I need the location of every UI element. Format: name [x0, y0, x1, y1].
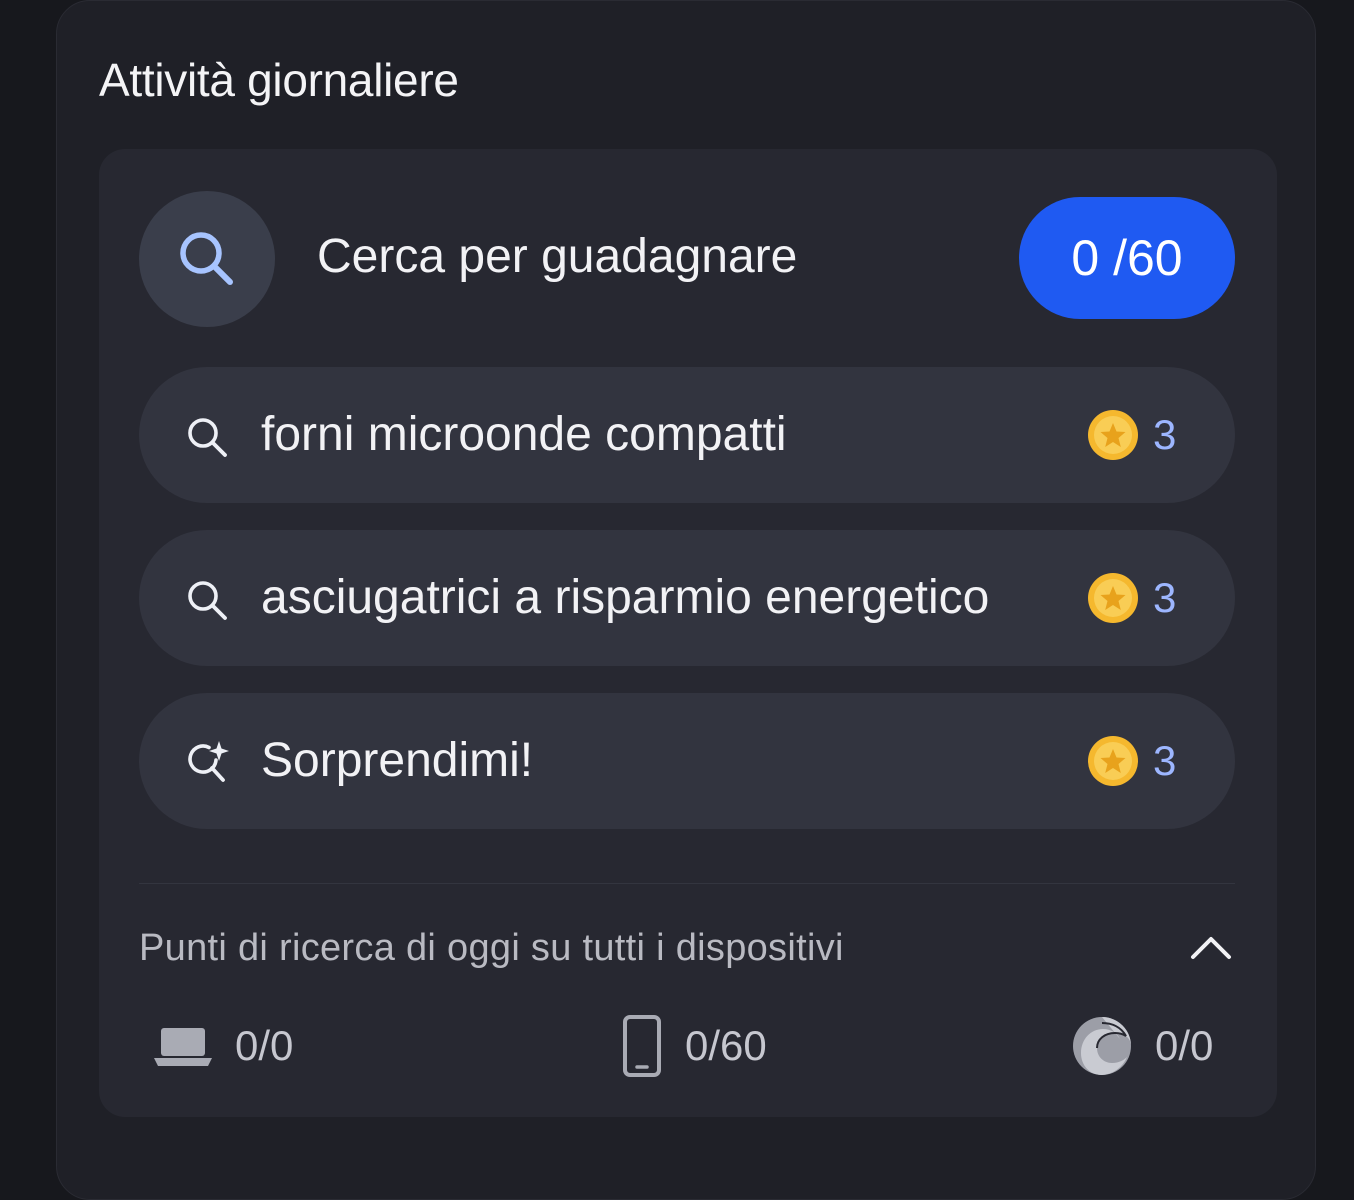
search-task-item[interactable]: asciugatrici a risparmio energetico 3	[139, 530, 1235, 666]
points-value: 3	[1153, 574, 1177, 621]
surprise-me-item[interactable]: Sorprendimi! 3	[139, 693, 1235, 829]
pc-points: 0/0	[153, 1011, 293, 1081]
search-to-earn-header[interactable]: Cerca per guadagnare 0 /60	[139, 189, 1235, 327]
edge-icon	[1073, 1017, 1131, 1075]
search-icon	[188, 418, 227, 457]
coin-icon	[1088, 736, 1138, 786]
surprise-me-label: Sorprendimi!	[261, 734, 534, 787]
mobile-points-value: 0/60	[685, 1022, 767, 1069]
points-value: 3	[1153, 411, 1177, 458]
search-to-earn-label: Cerca per guadagnare	[317, 230, 798, 283]
coin-icon	[1088, 573, 1138, 623]
search-progress-badge: 0 /60	[1019, 197, 1235, 319]
laptop-icon	[154, 1028, 212, 1066]
search-task-item[interactable]: forni microonde compatti 3	[139, 367, 1235, 503]
search-task-label: forni microonde compatti	[261, 408, 787, 461]
coin-icon	[1088, 410, 1138, 460]
panel-title: Attività giornaliere	[99, 54, 459, 106]
points-value: 3	[1153, 737, 1177, 784]
sparkle-search-icon	[188, 741, 229, 782]
search-task-label: asciugatrici a risparmio energetico	[261, 571, 990, 624]
edge-points-value: 0/0	[1155, 1022, 1214, 1069]
daily-points-label: Punti di ricerca di oggi su tutti i disp…	[139, 927, 844, 969]
search-activities-card: Cerca per guadagnare 0 /60 forni microon…	[99, 149, 1277, 1117]
search-icon	[139, 191, 275, 327]
search-icon	[188, 581, 227, 620]
phone-icon	[623, 1015, 661, 1077]
pc-points-value: 0/0	[235, 1022, 294, 1069]
mobile-points: 0/60	[621, 1011, 767, 1081]
daily-activities-panel: Attività giornaliere Cerca per guadagnar…	[56, 0, 1316, 1200]
edge-points: 0/0	[1071, 1011, 1213, 1081]
divider	[139, 883, 1235, 884]
chevron-up-icon[interactable]	[1189, 929, 1233, 965]
